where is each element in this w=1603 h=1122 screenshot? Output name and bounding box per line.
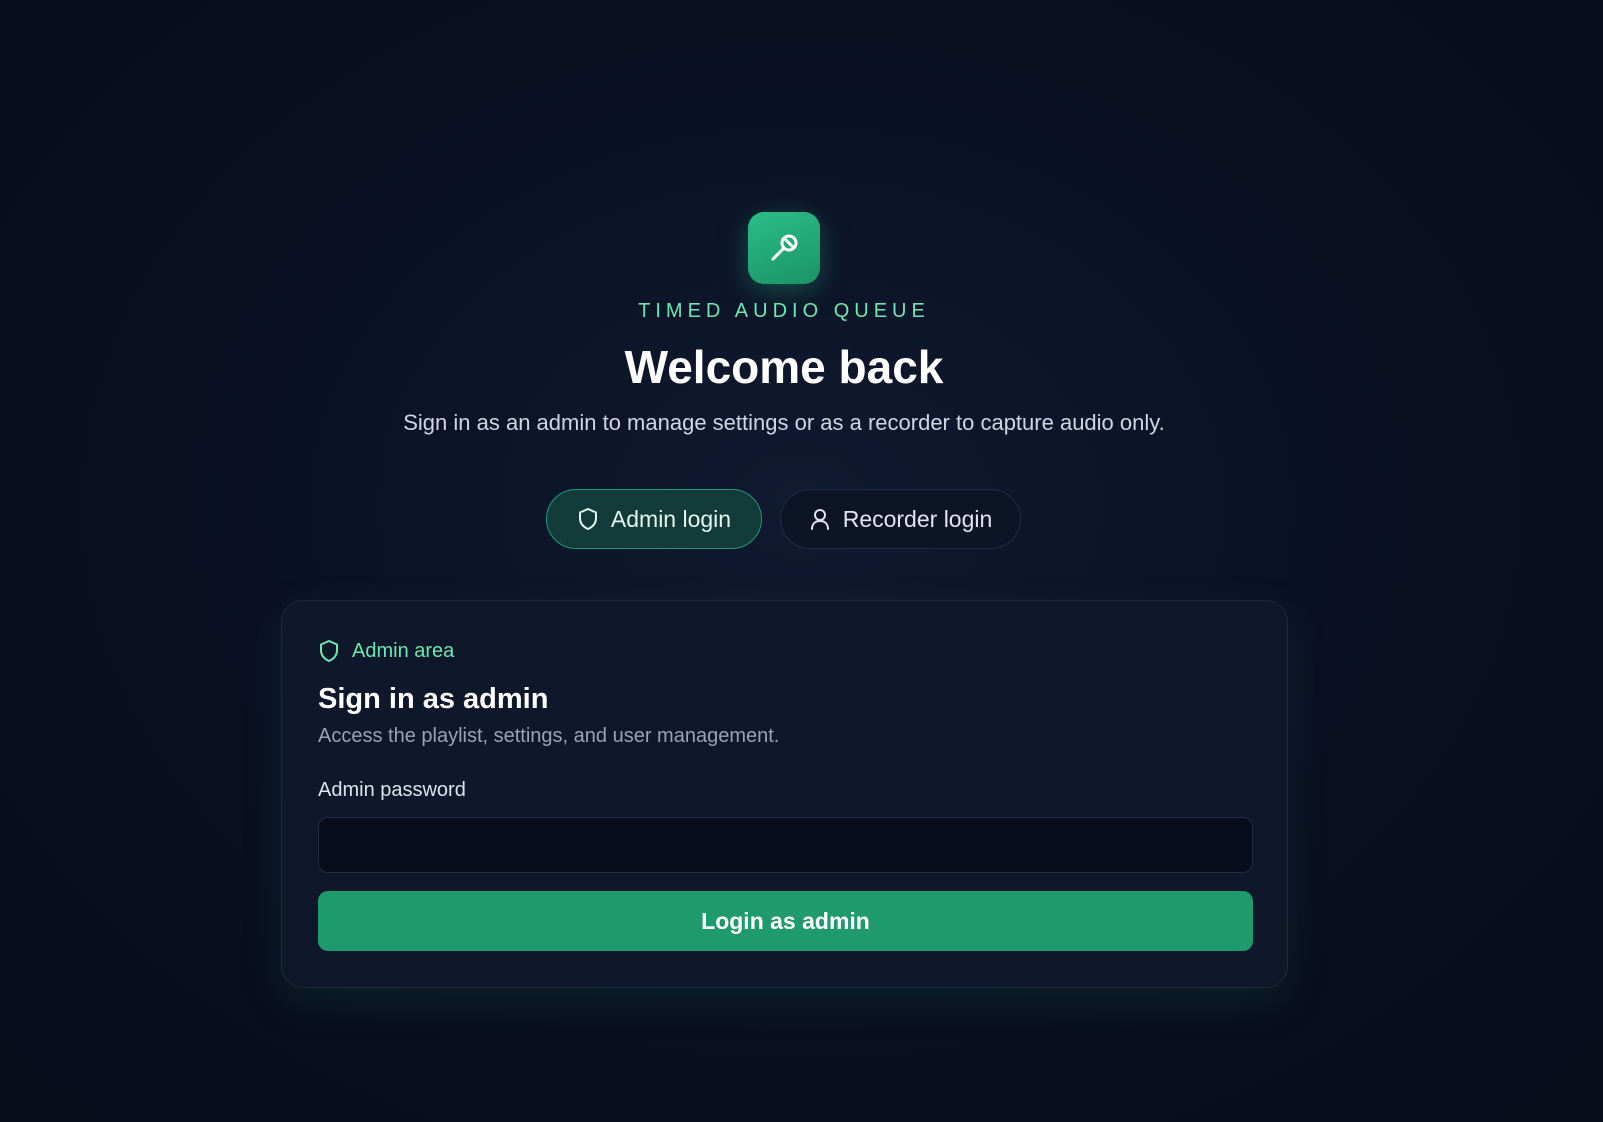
tab-recorder-label: Recorder login [842, 505, 993, 532]
card-title: Sign in as admin [318, 683, 549, 715]
login-page: TIMED AUDIO QUEUE Welcome back Sign in a… [0, 0, 1603, 1122]
admin-area-badge: Admin area [318, 639, 454, 663]
microphone-icon [771, 234, 798, 261]
admin-area-label: Admin area [352, 639, 455, 662]
admin-login-card: Admin area Sign in as admin Access the p… [281, 600, 1288, 988]
shield-icon [320, 640, 338, 662]
tab-recorder-login[interactable]: Recorder login [780, 489, 1021, 549]
user-icon [810, 509, 829, 530]
admin-password-input[interactable] [318, 817, 1253, 873]
page-subtitle: Sign in as an admin to manage settings o… [403, 410, 1165, 435]
tab-admin-label: Admin login [610, 505, 732, 532]
login-as-admin-button[interactable]: Login as admin [318, 891, 1253, 951]
shield-icon [578, 508, 597, 530]
card-description: Access the playlist, settings, and user … [318, 725, 780, 747]
app-logo [748, 212, 820, 284]
tab-admin-login[interactable]: Admin login [546, 489, 762, 549]
app-name: TIMED AUDIO QUEUE [638, 300, 930, 322]
password-label: Admin password [318, 779, 466, 801]
page-title: Welcome back [624, 341, 944, 393]
